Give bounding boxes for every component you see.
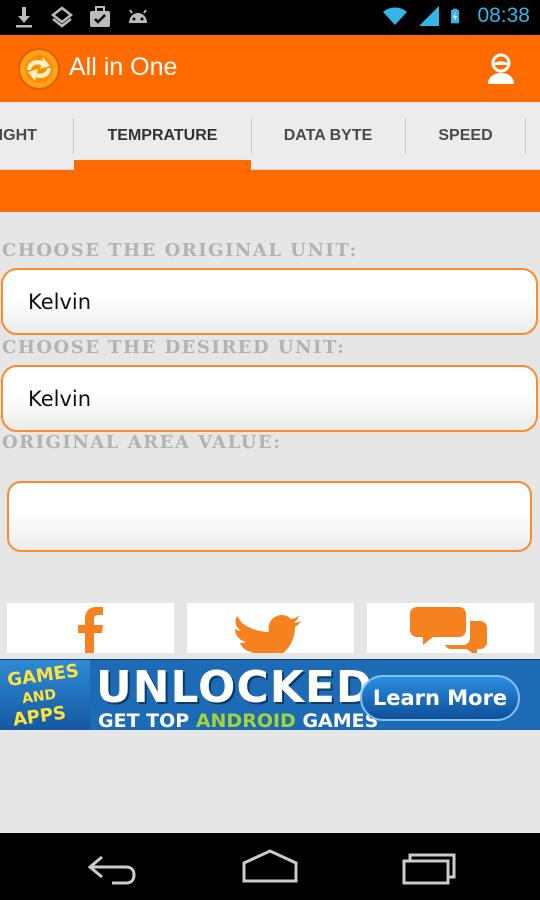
twitter-icon	[235, 615, 301, 653]
active-tab-indicator	[74, 160, 251, 170]
signal-icon	[419, 6, 440, 26]
tab-bar: EIGHT TEMPRATURE DATA BYTE SPEED	[0, 102, 540, 170]
ad-sub-android: ANDROID	[195, 710, 296, 730]
wifi-icon	[383, 7, 408, 25]
tab-speed[interactable]: SPEED	[406, 102, 525, 170]
tab-data-byte[interactable]: DATA BYTE	[252, 102, 404, 170]
profile-icon[interactable]	[486, 53, 516, 85]
facebook-icon	[78, 607, 103, 653]
home-icon[interactable]	[240, 847, 300, 887]
tab-label: TEMPRATURE	[107, 127, 218, 144]
download-icon	[16, 7, 32, 28]
original-unit-select[interactable]: Kelvin	[1, 268, 538, 335]
header-band	[0, 170, 540, 212]
ad-sub-prefix: GET TOP	[98, 710, 196, 730]
action-bar: All in One	[0, 35, 540, 102]
tab-label: DATA BYTE	[283, 127, 373, 144]
status-bar: 08:38	[0, 0, 540, 35]
tab-label: SPEED	[438, 127, 493, 144]
stack-icon	[50, 6, 74, 28]
ad-subline: GET TOP ANDROID GAMES	[98, 710, 378, 730]
original-unit-value: Kelvin	[28, 289, 92, 314]
ad-learn-more-button[interactable]: Learn More	[360, 675, 520, 721]
desired-unit-value: Kelvin	[28, 386, 92, 411]
tab-weight[interactable]: EIGHT	[0, 102, 72, 170]
system-nav-bar	[0, 833, 540, 900]
chat-icon	[410, 607, 487, 653]
chat-button[interactable]	[367, 603, 534, 653]
tab-temperature[interactable]: TEMPRATURE	[74, 102, 251, 170]
refresh-arrow-logo-icon[interactable]	[18, 48, 60, 90]
briefcase-check-icon	[90, 6, 110, 27]
original-unit-label: CHOOSE THE ORIGINAL UNIT:	[2, 240, 358, 261]
ad-games-badge: GAMES AND APPS	[0, 660, 90, 730]
original-value-input[interactable]	[7, 481, 532, 552]
android-icon	[129, 9, 147, 23]
recents-icon[interactable]	[398, 847, 458, 887]
tab-divider	[525, 118, 526, 154]
desired-unit-select[interactable]: Kelvin	[1, 365, 538, 432]
desired-unit-label: CHOOSE THE DESIRED UNIT:	[2, 337, 346, 358]
clock: 08:38	[477, 4, 530, 27]
ad-headline: UNLOCKED,	[96, 662, 392, 713]
ad-banner[interactable]: GAMES AND APPS UNLOCKED, GET TOP ANDROID…	[0, 659, 540, 730]
battery-charging-icon	[451, 8, 460, 24]
facebook-button[interactable]	[7, 603, 174, 653]
app-title: All in One	[69, 53, 178, 81]
tab-label: EIGHT	[0, 127, 37, 144]
twitter-button[interactable]	[187, 603, 354, 653]
original-value-label: ORIGINAL AREA VALUE:	[2, 432, 282, 453]
back-icon[interactable]	[82, 847, 142, 887]
